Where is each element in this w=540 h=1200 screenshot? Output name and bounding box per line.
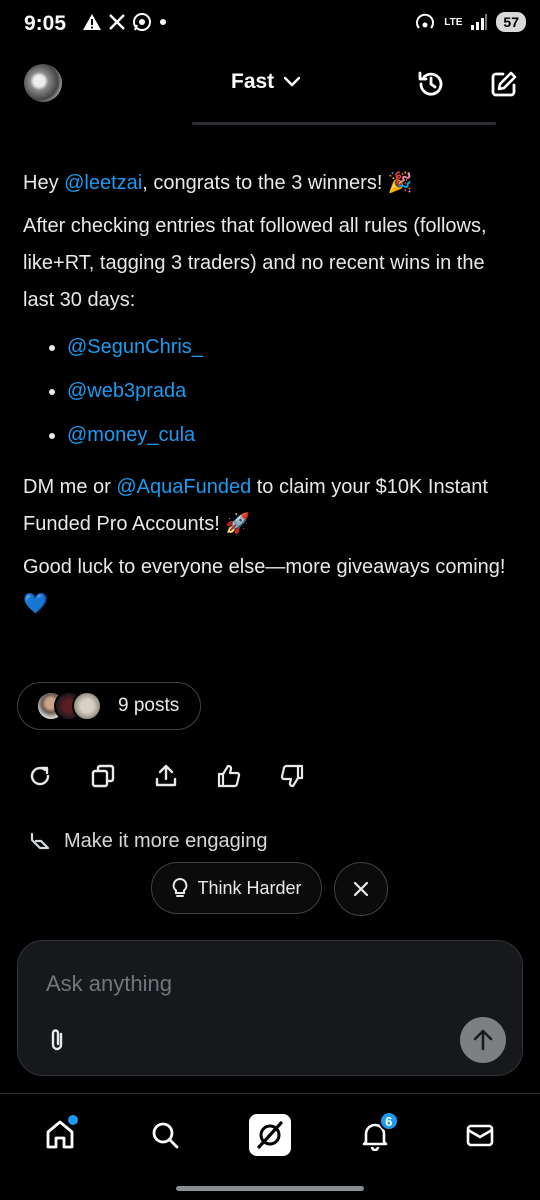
follow-up-suggestion[interactable]: Make it more engaging <box>28 830 267 853</box>
x-logo-icon <box>109 14 125 30</box>
search-icon <box>152 1122 179 1149</box>
network-type-label: LTE <box>444 16 463 28</box>
assistant-message: Hey @leetzai, congrats to the 3 winners!… <box>23 165 513 629</box>
status-time: 9:05 <box>24 12 67 35</box>
status-bar: 9:05 LTE 57 <box>0 0 540 50</box>
model-selector[interactable]: Fast <box>231 70 302 94</box>
thumbs-up-icon <box>217 764 241 788</box>
winner-mention-link[interactable]: @web3prada <box>67 380 186 402</box>
thumbs-up-button[interactable] <box>211 758 247 794</box>
history-button[interactable] <box>413 66 449 102</box>
warning-icon <box>83 14 101 30</box>
header-divider <box>192 122 496 125</box>
winner-mention-link[interactable]: @money_cula <box>67 424 195 446</box>
source-avatar <box>72 691 102 721</box>
chevron-down-icon <box>283 76 301 87</box>
more-dot-icon <box>160 19 166 25</box>
history-icon <box>418 71 443 96</box>
message-actions <box>22 758 310 794</box>
mail-icon <box>466 1124 493 1147</box>
attach-button[interactable] <box>42 1025 72 1055</box>
status-notification-icons <box>82 12 168 32</box>
avatar[interactable] <box>24 64 62 102</box>
reply-arrow-icon <box>30 832 50 849</box>
battery-level: 57 <box>496 12 526 32</box>
greeting-suffix: , congrats to the 3 winners! 🎉 <box>142 172 413 194</box>
arrow-up-icon <box>473 1029 493 1051</box>
notifications-badge: 6 <box>378 1111 399 1131</box>
message-closing: Good luck to everyone else—more giveaway… <box>23 556 506 615</box>
greeting-prefix: Hey <box>23 172 65 194</box>
regenerate-button[interactable] <box>22 758 58 794</box>
bottom-nav: 6 <box>0 1094 540 1176</box>
paperclip-icon <box>51 1029 63 1051</box>
claim-prefix: DM me or <box>23 476 117 498</box>
winner-mention-link[interactable]: @SegunChris_ <box>67 336 203 358</box>
home-indicator <box>176 1186 364 1191</box>
signal-icon <box>471 14 488 30</box>
sources-button[interactable]: 9 posts <box>17 682 201 730</box>
sources-count: 9 posts <box>118 695 180 716</box>
message-greeting: Hey @leetzai, congrats to the 3 winners!… <box>23 165 513 202</box>
nav-grok[interactable] <box>244 1109 296 1161</box>
message-criteria: After checking entries that followed all… <box>23 215 487 311</box>
mention-link[interactable]: @leetzai <box>64 172 142 194</box>
think-harder-label: Think Harder <box>197 877 302 898</box>
message-claim: DM me or @AquaFunded to claim your $10K … <box>23 469 513 543</box>
whatsapp-icon <box>133 13 151 31</box>
copy-icon <box>91 764 115 788</box>
hotspot-icon <box>416 13 435 29</box>
status-system-icons: LTE 57 <box>414 12 526 32</box>
ask-input[interactable] <box>46 967 466 1001</box>
suggestion-label: Make it more engaging <box>64 830 268 852</box>
list-item: @SegunChris_ <box>23 325 513 369</box>
grok-tile <box>248 1114 291 1156</box>
nav-search[interactable] <box>139 1109 191 1161</box>
grok-logo-icon <box>257 1121 283 1149</box>
close-icon <box>353 881 369 897</box>
lightbulb-icon <box>173 877 188 897</box>
copy-button[interactable] <box>85 758 121 794</box>
composer <box>17 940 523 1076</box>
share-button[interactable] <box>148 758 184 794</box>
nav-notifications[interactable]: 6 <box>349 1109 401 1161</box>
think-harder-button[interactable]: Think Harder <box>151 862 322 914</box>
list-item: @money_cula <box>23 413 513 457</box>
compose-icon <box>491 71 517 97</box>
thumbs-down-button[interactable] <box>274 758 310 794</box>
refresh-icon <box>30 766 50 786</box>
nav-messages[interactable] <box>454 1109 506 1161</box>
chat-header: Fast <box>0 56 540 114</box>
winners-list: @SegunChris_ @web3prada @money_cula <box>23 325 513 457</box>
model-label: Fast <box>231 70 275 93</box>
send-button[interactable] <box>460 1017 506 1063</box>
thumbs-down-icon <box>280 764 304 788</box>
dismiss-button[interactable] <box>334 862 388 916</box>
new-chat-button[interactable] <box>486 66 522 102</box>
nav-home[interactable] <box>34 1109 86 1161</box>
list-item: @web3prada <box>23 369 513 413</box>
mention-link[interactable]: @AquaFunded <box>116 476 251 498</box>
share-icon <box>155 764 177 787</box>
